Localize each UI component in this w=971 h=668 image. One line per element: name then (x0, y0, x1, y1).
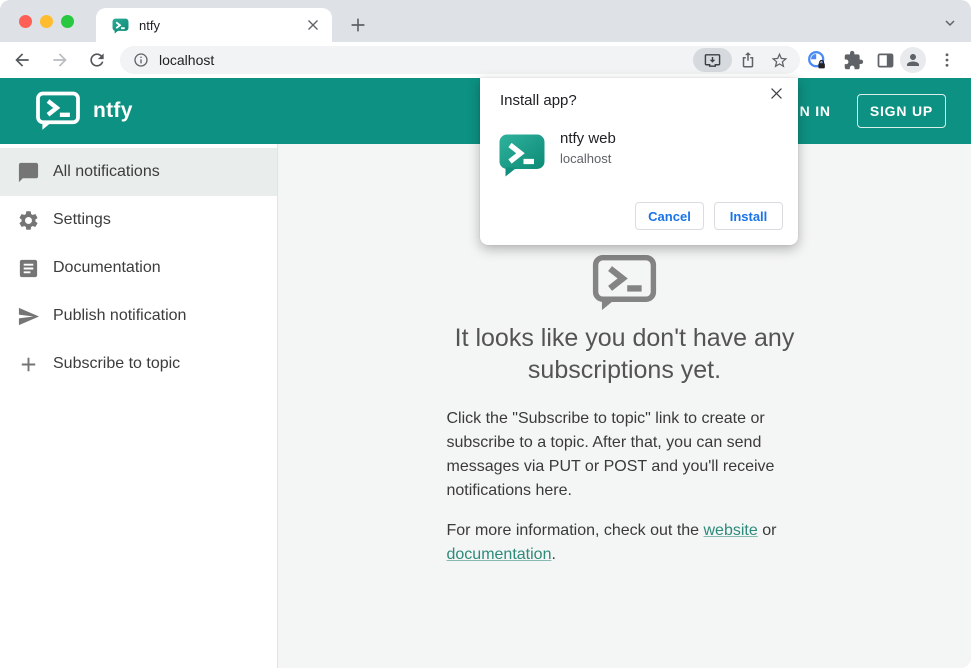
zoom-window-button[interactable] (61, 15, 74, 28)
empty-state-title: It looks like you don't have any subscri… (454, 324, 795, 384)
new-tab-button[interactable] (347, 14, 369, 36)
ntfy-logo-icon (36, 91, 80, 130)
more-info-prefix: For more information, check out the (446, 522, 704, 539)
minimize-window-button[interactable] (40, 15, 53, 28)
more-info-paragraph: For more information, check out the webs… (447, 519, 803, 567)
sidebar-item-label: All notifications (53, 163, 160, 180)
forward-button[interactable] (50, 50, 70, 70)
dialog-title: Install app? (500, 92, 577, 109)
install-app-dialog: Install app? ntfy web localhost Cancel I… (480, 78, 798, 245)
close-window-button[interactable] (19, 15, 32, 28)
sidebar-item-publish-notification[interactable]: Publish notification (0, 292, 277, 340)
install-app-button[interactable] (693, 48, 732, 72)
browser-toolbar: localhost (0, 42, 971, 78)
article-icon (19, 259, 38, 277)
extensions-puzzle-icon[interactable] (843, 50, 864, 71)
install-button[interactable]: Install (714, 202, 783, 230)
ntfy-logo-gray-icon (592, 255, 657, 311)
profile-button[interactable] (900, 47, 926, 73)
sidebar: All notifications Settings Documentation… (0, 144, 278, 668)
share-icon[interactable] (739, 51, 757, 69)
more-info-middle: or (757, 522, 777, 539)
install-page-icon (704, 53, 721, 67)
browser-tab[interactable]: ntfy (96, 8, 332, 42)
reload-button[interactable] (87, 50, 107, 70)
tab-strip: ntfy (0, 0, 971, 42)
address-bar[interactable]: localhost (120, 46, 800, 74)
tab-search-chevron-icon[interactable] (942, 15, 958, 31)
gear-icon (19, 210, 38, 230)
sign-up-button[interactable]: SIGN UP (856, 94, 946, 128)
dialog-app-origin: localhost (560, 151, 612, 166)
website-link[interactable]: website (704, 522, 758, 539)
sidebar-item-label: Subscribe to topic (53, 355, 181, 372)
tab-title: ntfy (139, 17, 160, 33)
more-info-suffix: . (551, 546, 556, 563)
url-text[interactable]: localhost (159, 52, 693, 68)
dialog-app-name: ntfy web (560, 130, 616, 147)
window-controls (19, 15, 74, 28)
sidebar-item-settings[interactable]: Settings (0, 196, 277, 244)
sidebar-item-label: Documentation (53, 259, 161, 276)
documentation-link[interactable]: documentation (447, 546, 552, 563)
cancel-button[interactable]: Cancel (635, 202, 704, 230)
site-info-icon[interactable] (133, 52, 149, 68)
dialog-close-icon[interactable] (768, 85, 785, 102)
plus-icon (21, 357, 36, 371)
sidebar-item-subscribe-to-topic[interactable]: Subscribe to topic (0, 340, 277, 388)
send-icon (18, 307, 40, 325)
browser-window: ntfy localhost ntfy SIGN IN SIGN UP All … (0, 0, 971, 668)
chat-icon (18, 162, 39, 182)
sidebar-item-documentation[interactable]: Documentation (0, 244, 277, 292)
tab-close-icon[interactable] (304, 16, 322, 34)
ntfy-favicon-icon (112, 18, 129, 33)
sidebar-item-label: Settings (53, 211, 111, 228)
bookmark-star-icon[interactable] (770, 51, 789, 70)
profile-icon (907, 54, 919, 66)
side-panel-icon[interactable] (875, 50, 896, 71)
empty-state-body: Click the "Subscribe to topic" link to c… (446, 410, 775, 499)
app-title: ntfy (93, 99, 133, 122)
back-button[interactable] (12, 50, 32, 70)
sidebar-item-label: Publish notification (53, 307, 187, 324)
browser-menu-button[interactable] (938, 50, 956, 70)
sidebar-item-all-notifications[interactable]: All notifications (0, 148, 277, 196)
ntfy-app-icon (499, 134, 545, 177)
extension-lock-icon[interactable] (807, 50, 828, 71)
